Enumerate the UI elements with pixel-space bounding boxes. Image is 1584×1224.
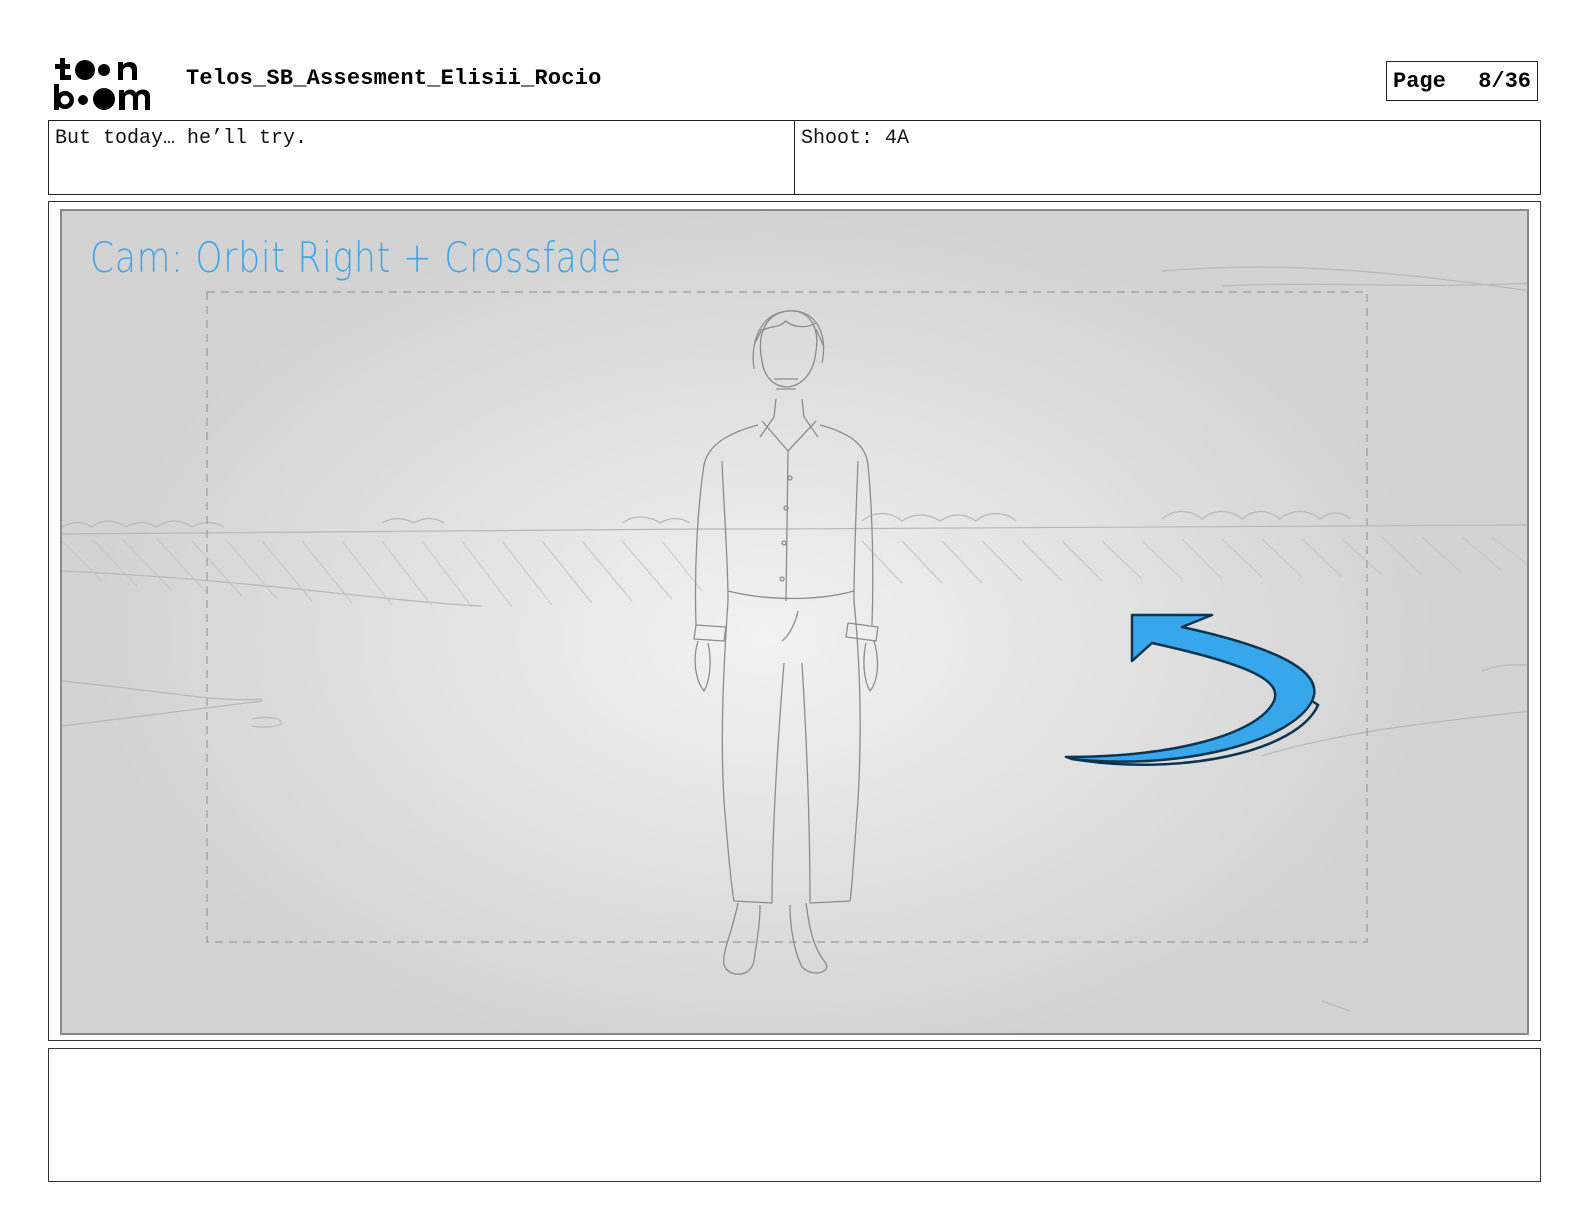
- character-sketch: [693, 310, 879, 975]
- page-label: Page: [1393, 68, 1446, 94]
- orbit-right-arrow: [1064, 613, 1320, 766]
- toon-boom-logo: [54, 58, 150, 110]
- page-number: 8/36: [1478, 68, 1531, 94]
- camera-instruction: Cam: Orbit Right + Crossfade: [90, 233, 623, 282]
- panel-image: Cam: Orbit Right + Crossfade: [60, 209, 1529, 1035]
- panel-drawing: [62, 266, 1527, 1012]
- notes-field: [48, 1048, 1541, 1182]
- panel-info-row: But today… he’ll try. Shoot: 4A: [48, 120, 1541, 195]
- document-title: Telos_SB_Assesment_Elisii_Rocio: [186, 66, 602, 91]
- dialogue-field: But today… he’ll try.: [55, 127, 308, 150]
- ground-hatching: [62, 536, 1527, 608]
- storyboard-panel: Cam: Orbit Right + Crossfade: [48, 201, 1541, 1041]
- shot-field: Shoot: 4A: [794, 121, 1540, 194]
- page-indicator: Page 8/36: [1386, 61, 1538, 101]
